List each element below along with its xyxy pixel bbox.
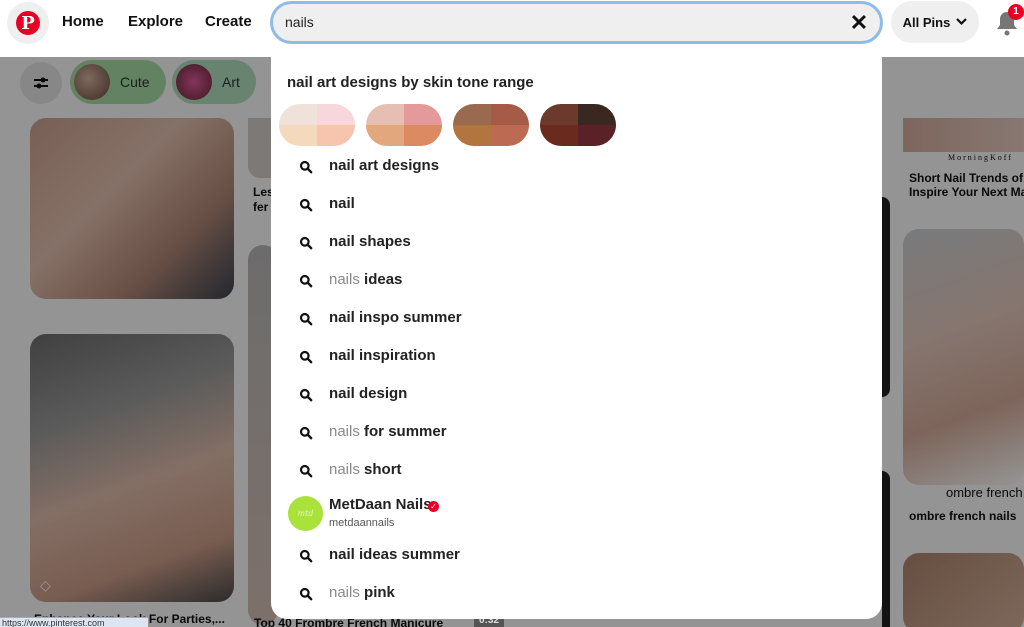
search-icon: [299, 274, 313, 288]
skin-tone-swatch: [453, 104, 491, 125]
skin-tone-swatch: [404, 104, 442, 125]
skin-tone-swatch: [366, 104, 404, 125]
clear-search-icon[interactable]: ✕: [848, 12, 870, 34]
completion: nail: [329, 195, 355, 212]
nav-home[interactable]: Home: [62, 13, 104, 30]
account-name: MetDaan Nails: [329, 496, 432, 513]
completion: short: [359, 461, 402, 478]
suggestion-text: nails for summer: [329, 423, 447, 440]
skin-tone-swatch: [491, 104, 529, 125]
search-icon: [299, 426, 313, 440]
typed-query: nails: [329, 423, 360, 440]
completion: nail art designs: [329, 157, 440, 174]
skin-tone-swatch: [578, 125, 616, 146]
completion: nail inspiration: [329, 347, 436, 364]
completion: for summer: [359, 423, 447, 440]
skin-tone-swatch: [366, 125, 404, 146]
skin-tone-heading: nail art designs by skin tone range: [287, 74, 534, 91]
skin-tone-swatch: [453, 125, 491, 146]
suggestion-text: nail: [329, 195, 355, 212]
search-input[interactable]: [285, 14, 825, 30]
suggestion-item[interactable]: nails pink: [271, 575, 882, 611]
suggestion-text: nail inspiration: [329, 347, 436, 364]
suggestion-text: nails ideas: [329, 271, 402, 288]
search-icon: [299, 388, 313, 402]
suggestion-item[interactable]: nail inspo summer: [271, 300, 882, 336]
status-bar-url: https://www.pinterest.com: [0, 617, 148, 627]
account-handle: metdaannails: [329, 517, 395, 529]
search-icon: [299, 160, 313, 174]
suggestion-text: nail design: [329, 385, 407, 402]
search-icon: [299, 312, 313, 326]
suggestion-item[interactable]: nails short: [271, 452, 882, 488]
completion: nail ideas summer: [329, 546, 460, 563]
nav-create[interactable]: Create: [205, 13, 252, 30]
skin-tone-swatch: [540, 104, 578, 125]
suggestion-item[interactable]: nail art designs: [271, 148, 882, 184]
nav-explore[interactable]: Explore: [128, 13, 183, 30]
verified-badge-icon: ✓: [428, 501, 439, 512]
completion: ideas: [359, 271, 403, 288]
skin-tone-swatch: [279, 125, 317, 146]
avatar: mtd: [288, 496, 323, 531]
completion: nail design: [329, 385, 408, 402]
search-icon: [299, 464, 313, 478]
typed-query: nails: [329, 271, 360, 288]
typed-query: nails: [329, 461, 360, 478]
skin-tone-swatch: [578, 104, 616, 125]
chevron-down-icon: [956, 18, 968, 26]
completion: pink: [359, 584, 395, 601]
suggestion-item[interactable]: nail shapes: [271, 224, 882, 260]
suggestion-item[interactable]: nails for summer: [271, 414, 882, 450]
suggestion-item[interactable]: nail inspiration: [271, 338, 882, 374]
suggestion-text: nail ideas summer: [329, 546, 460, 563]
skin-tone-swatch: [491, 125, 529, 146]
header: P Home Explore Create ✕ All Pins 1: [0, 0, 1024, 57]
account-suggestion[interactable]: mtd MetDaan Nails ✓ metdaannails: [271, 493, 882, 537]
search-box: ✕: [270, 1, 883, 44]
search-icon: [299, 198, 313, 212]
suggestion-text: nails short: [329, 461, 402, 478]
skin-tone-option[interactable]: [453, 104, 529, 146]
suggestion-item[interactable]: nail design: [271, 376, 882, 412]
search-icon: [299, 549, 313, 563]
suggestion-text: nail art designs: [329, 157, 439, 174]
search-icon: [299, 350, 313, 364]
completion: nail inspo summer: [329, 309, 462, 326]
typed-query: nails: [329, 584, 360, 601]
suggestion-text: nail shapes: [329, 233, 411, 250]
skin-tone-swatch: [317, 104, 355, 125]
all-pins-label: All Pins: [902, 14, 951, 30]
notification-badge: 1: [1008, 4, 1024, 20]
suggestion-item[interactable]: nail: [271, 186, 882, 222]
suggestion-item[interactable]: nails ideas: [271, 262, 882, 298]
suggestion-text: nail inspo summer: [329, 309, 462, 326]
skin-tone-option[interactable]: [279, 104, 355, 146]
suggestion-item[interactable]: nail ideas summer: [271, 537, 882, 573]
skin-tone-swatch: [279, 104, 317, 125]
completion: nail shapes: [329, 233, 411, 250]
skin-tone-swatch: [317, 125, 355, 146]
skin-tone-option[interactable]: [366, 104, 442, 146]
pinterest-logo[interactable]: P: [7, 2, 49, 44]
skin-tone-option[interactable]: [540, 104, 616, 146]
pinterest-logo-icon: P: [16, 11, 40, 35]
skin-tone-swatch: [404, 125, 442, 146]
all-pins-dropdown[interactable]: All Pins: [891, 1, 979, 43]
search-suggestions-dropdown: nail art designs by skin tone range nail…: [271, 57, 882, 619]
search-icon: [299, 587, 313, 601]
suggestion-text: nails pink: [329, 584, 395, 601]
search-icon: [299, 236, 313, 250]
skin-tone-swatch: [540, 125, 578, 146]
